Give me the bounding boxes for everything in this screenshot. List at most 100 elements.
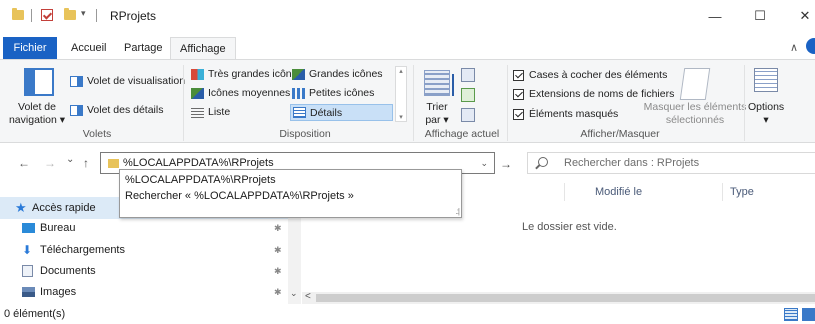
- details-view-icon[interactable]: [784, 308, 798, 321]
- scroll-down-icon[interactable]: ⌄: [290, 288, 298, 299]
- checkbox-checked[interactable]: [513, 69, 524, 81]
- layout-extra-large-icons[interactable]: Très grandes icônes: [191, 68, 303, 80]
- address-input[interactable]: %LOCALAPPDATA%\RProjets: [123, 157, 274, 169]
- chevron-down-icon: ▾: [763, 114, 769, 126]
- medium-icons-label: Icônes moyennes: [208, 87, 291, 99]
- resize-grip-icon[interactable]: .:|: [455, 207, 459, 216]
- layout-medium-icons[interactable]: Icônes moyennes: [191, 87, 290, 99]
- sort-by-icon[interactable]: [424, 70, 450, 96]
- list-label: Liste: [208, 106, 231, 118]
- sidebar-item-label: Accès rapide: [32, 202, 96, 214]
- up-button[interactable]: ↑: [83, 156, 89, 170]
- properties-icon[interactable]: [41, 9, 53, 21]
- navigation-pane-button[interactable]: Volet de navigation ▾: [4, 101, 70, 127]
- layout-small-icons[interactable]: Petites icônes: [292, 87, 374, 99]
- details-pane-icon: [70, 104, 83, 116]
- hidden-items-toggle[interactable]: Éléments masqués: [513, 108, 618, 120]
- forward-button[interactable]: →: [44, 156, 56, 170]
- column-header-modified[interactable]: Modifié le: [595, 186, 642, 198]
- status-bar: 0 élément(s): [0, 306, 815, 324]
- layout-large-icons[interactable]: Grandes icônes: [292, 68, 383, 80]
- customize-toolbar-chevron-icon[interactable]: ▾: [81, 8, 86, 19]
- star-icon: ★: [15, 200, 27, 215]
- options-button[interactable]: Options ▾: [748, 101, 784, 127]
- details-icon: [293, 107, 306, 118]
- sidebar-item-downloads[interactable]: ⬇ Téléchargements ✱: [0, 239, 288, 261]
- ribbon-tabs: Fichier Accueil Partage Affichage: [0, 37, 815, 60]
- tab-file[interactable]: Fichier: [3, 37, 57, 59]
- options-icon[interactable]: [754, 68, 778, 92]
- sort-by-button[interactable]: Trier par ▾: [420, 101, 454, 127]
- add-columns-icon[interactable]: [461, 88, 475, 102]
- large-icons-icon: [292, 68, 305, 80]
- recent-locations-button[interactable]: ⌄: [66, 154, 74, 165]
- gallery-down-icon[interactable]: ▾: [399, 113, 403, 121]
- back-button[interactable]: ←: [18, 156, 30, 170]
- autocomplete-item[interactable]: %LOCALAPPDATA%\RProjets: [125, 174, 276, 186]
- search-box[interactable]: Rechercher dans : RProjets: [527, 152, 815, 174]
- size-columns-icon[interactable]: [461, 108, 475, 122]
- item-checkboxes-toggle[interactable]: Cases à cocher des éléments: [513, 69, 667, 81]
- checkbox-checked[interactable]: [513, 108, 524, 120]
- help-icon[interactable]: [806, 38, 815, 54]
- close-button[interactable]: ✕: [790, 6, 815, 26]
- small-icons-icon: [292, 87, 305, 99]
- checkbox-checked[interactable]: [513, 88, 524, 100]
- title-bar: ▾ RProjets — ☐ ✕: [0, 0, 815, 32]
- maximize-button[interactable]: ☐: [745, 6, 775, 26]
- minimize-button[interactable]: —: [700, 6, 730, 26]
- group-separator: [183, 65, 184, 141]
- tab-view[interactable]: Affichage: [170, 37, 236, 60]
- gallery-up-icon[interactable]: ▴: [399, 67, 403, 75]
- group-by-icon[interactable]: [461, 68, 475, 82]
- scrollbar-thumb[interactable]: [316, 294, 815, 302]
- sidebar-item-label: Documents: [40, 265, 96, 277]
- preview-pane-button[interactable]: Volet de visualisation: [70, 75, 185, 87]
- large-icons-view-icon[interactable]: [802, 308, 815, 321]
- column-header-type[interactable]: Type: [730, 186, 754, 198]
- ribbon-collapse-button[interactable]: ∧: [790, 41, 798, 54]
- group-separator: [413, 65, 414, 141]
- file-extensions-toggle[interactable]: Extensions de noms de fichiers: [513, 88, 674, 100]
- tab-home[interactable]: Accueil: [62, 37, 115, 59]
- window-title: RProjets: [110, 9, 157, 23]
- group-label-layout: Disposition: [279, 128, 331, 140]
- new-folder-icon[interactable]: [64, 8, 76, 20]
- search-input[interactable]: Rechercher dans : RProjets: [564, 157, 699, 169]
- tab-share[interactable]: Partage: [115, 37, 172, 59]
- hide-selected-label: Masquer les éléments: [643, 101, 747, 113]
- sidebar-item-label: Images: [40, 286, 77, 298]
- column-divider: [564, 183, 565, 201]
- sort-by-label: Trier: [426, 101, 448, 113]
- empty-folder-message: Le dossier est vide.: [522, 221, 617, 233]
- group-label-current-view: Affichage actuel: [424, 128, 500, 140]
- sidebar-item-pictures[interactable]: Images ✱: [0, 281, 288, 303]
- address-autocomplete-dropdown: %LOCALAPPDATA%\RProjets Rechercher « %LO…: [119, 169, 462, 218]
- hide-selected-button[interactable]: Masquer les éléments sélectionnés: [642, 101, 748, 127]
- layout-list[interactable]: Liste: [191, 106, 230, 118]
- sidebar-item-desktop[interactable]: Bureau ✱: [0, 217, 288, 239]
- group-separator: [744, 65, 745, 141]
- layout-gallery-scrollbar[interactable]: ▴ ▾: [395, 66, 407, 122]
- scroll-left-icon[interactable]: <: [305, 291, 311, 302]
- layout-details[interactable]: Détails: [290, 104, 393, 121]
- go-button[interactable]: →: [500, 157, 512, 171]
- details-pane-button[interactable]: Volet des détails: [70, 104, 163, 116]
- column-divider: [722, 183, 723, 201]
- navigation-pane-label: navigation ▾: [8, 114, 66, 126]
- navigation-pane-icon[interactable]: [24, 68, 54, 96]
- title-separator: [31, 9, 32, 22]
- address-dropdown-button[interactable]: ⌄: [480, 158, 488, 169]
- horizontal-scrollbar[interactable]: <: [302, 291, 815, 304]
- hide-selected-icon: [679, 68, 711, 100]
- options-label: Options: [748, 101, 785, 113]
- preview-pane-icon: [70, 75, 83, 87]
- sidebar-item-documents[interactable]: Documents ✱: [0, 260, 288, 282]
- autocomplete-item[interactable]: Rechercher « %LOCALAPPDATA%\RProjets »: [125, 190, 354, 202]
- details-label: Détails: [310, 106, 343, 119]
- folder-icon: [108, 159, 119, 168]
- navigation-pane-label: Volet de: [18, 101, 56, 113]
- large-icons-label: Grandes icônes: [309, 68, 383, 80]
- item-checkboxes-label: Cases à cocher des éléments: [529, 69, 668, 81]
- folder-icon: [12, 8, 24, 20]
